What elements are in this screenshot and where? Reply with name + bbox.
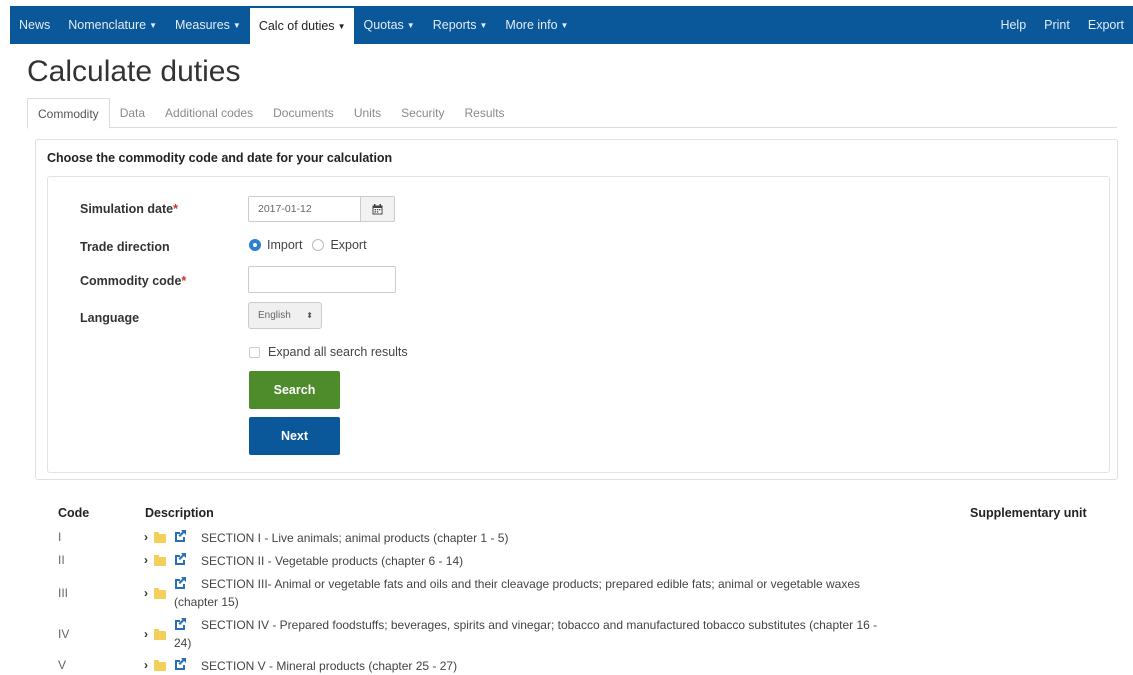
table-row: I › SECTION I - Live animals; animal pro… — [58, 529, 1118, 549]
nav-more-info[interactable]: More info ▼ — [496, 6, 577, 44]
commodity-code-label-text: Commodity code — [80, 274, 182, 288]
external-link-icon[interactable] — [173, 576, 187, 590]
nav-quotas-label: Quotas — [363, 18, 404, 32]
export-radio[interactable] — [312, 239, 325, 251]
calendar-icon — [372, 203, 383, 214]
row-description: SECTION III- Animal or vegetable fats an… — [201, 577, 861, 591]
simulation-date-input[interactable]: 2017-01-12 — [248, 196, 361, 222]
import-label: Import — [267, 238, 303, 252]
nav-quotas[interactable]: Quotas ▼ — [354, 6, 423, 44]
external-link-icon[interactable] — [173, 657, 187, 671]
tab-documents[interactable]: Documents — [263, 98, 344, 128]
folder-icon — [154, 629, 166, 640]
commodity-panel: Choose the commodity code and date for y… — [35, 139, 1118, 480]
form-box — [47, 176, 1110, 473]
nav-reports-label: Reports — [432, 18, 477, 32]
row-code: IV — [58, 627, 70, 641]
expand-results-checkbox[interactable] — [249, 346, 260, 358]
caret-down-icon: ▼ — [406, 20, 415, 30]
tab-bar: Commodity Data Additional codes Document… — [27, 98, 1117, 129]
tab-additional-codes[interactable]: Additional codes — [155, 98, 263, 128]
chevron-right-icon[interactable]: › — [144, 627, 148, 641]
nav-reports[interactable]: Reports ▼ — [424, 6, 497, 44]
expand-results-row: Expand all search results — [249, 345, 408, 359]
row-code: I — [58, 530, 62, 544]
folder-icon — [154, 588, 166, 599]
language-label: Language — [80, 311, 140, 325]
chevron-right-icon[interactable]: › — [144, 553, 148, 567]
required-mark: * — [181, 274, 187, 288]
main-navbar: News Nomenclature ▼ Measures ▼ Calc of dut… — [10, 6, 1133, 44]
simulation-date-label-text: Simulation date — [80, 202, 174, 216]
trade-direction-label: Trade direction — [80, 240, 170, 254]
folder-icon — [154, 660, 166, 671]
top-navigation: News Nomenclature ▼ Measures ▼ Calc of dut… — [0, 0, 1133, 45]
table-row: II › SECTION II - Vegetable products (ch… — [58, 552, 1118, 572]
row-code: II — [58, 553, 65, 567]
row-description: SECTION V - Mineral products (chapter 25… — [201, 659, 458, 673]
language-select-value: English — [258, 310, 291, 321]
page-title: Calculate duties — [27, 55, 241, 88]
calendar-button[interactable] — [361, 196, 395, 222]
import-radio[interactable] — [249, 239, 261, 251]
table-row: IV › SECTION IV - Prepared foodstuffs; b… — [58, 616, 1118, 654]
external-link-icon[interactable] — [173, 552, 187, 566]
caret-down-icon: ▼ — [149, 20, 158, 30]
search-button[interactable]: Search — [249, 371, 340, 409]
nav-more-info-label: More info — [505, 18, 558, 32]
tab-data[interactable]: Data — [110, 98, 155, 128]
description-column-header: Description — [145, 506, 214, 520]
row-description-continued: (chapter 15) — [174, 595, 239, 609]
caret-down-icon: ▼ — [337, 21, 346, 31]
export-label: Export — [330, 238, 367, 252]
caret-down-icon: ▼ — [232, 20, 241, 30]
nav-news-label: News — [19, 18, 51, 32]
panel-heading: Choose the commodity code and date for y… — [47, 151, 393, 165]
nav-news[interactable]: News — [10, 6, 59, 44]
table-row: V › SECTION V - Mineral products (chapte… — [58, 657, 1118, 675]
nav-measures-label: Measures — [175, 18, 230, 32]
commodity-code-input[interactable] — [248, 266, 396, 293]
row-description: SECTION IV - Prepared foodstuffs; bevera… — [201, 618, 878, 632]
nav-nomenclature[interactable]: Nomenclature ▼ — [59, 6, 166, 44]
nav-export[interactable]: Export — [1079, 6, 1133, 44]
supplementary-unit-column-header: Supplementary unit — [970, 506, 1087, 520]
caret-down-icon: ▼ — [560, 20, 569, 30]
nav-print[interactable]: Print — [1035, 6, 1079, 44]
tab-security[interactable]: Security — [391, 98, 454, 128]
caret-down-icon: ▼ — [479, 20, 488, 30]
nav-help[interactable]: Help — [991, 6, 1035, 44]
chevron-right-icon[interactable]: › — [144, 530, 148, 544]
tab-units[interactable]: Units — [344, 98, 391, 128]
expand-results-label: Expand all search results — [268, 345, 408, 359]
next-button[interactable]: Next — [249, 417, 340, 455]
external-link-icon[interactable] — [173, 529, 187, 543]
external-link-icon[interactable] — [173, 617, 187, 631]
row-description: SECTION I - Live animals; animal product… — [201, 531, 509, 545]
code-column-header: Code — [58, 506, 90, 520]
nav-measures[interactable]: Measures ▼ — [166, 6, 250, 44]
row-code: III — [58, 586, 69, 600]
row-code: V — [58, 658, 67, 672]
row-description-continued: 24) — [174, 636, 192, 650]
tab-commodity[interactable]: Commodity — [27, 98, 110, 129]
simulation-date-group: 2017-01-12 — [248, 196, 395, 222]
folder-icon — [154, 555, 166, 566]
trade-direction-radios: Import Export — [249, 238, 367, 252]
nav-nomenclature-label: Nomenclature — [68, 18, 147, 32]
folder-icon — [154, 532, 166, 543]
required-mark: * — [173, 202, 178, 216]
select-arrows-icon: ⬍ — [306, 311, 313, 320]
nav-calc-of-duties-label: Calc of duties — [258, 19, 335, 33]
commodity-code-label: Commodity code* — [80, 274, 186, 288]
nav-calc-of-duties[interactable]: Calc of duties ▼ — [249, 8, 355, 44]
row-description: SECTION II - Vegetable products (chapter… — [201, 554, 464, 568]
chevron-right-icon[interactable]: › — [144, 658, 148, 672]
chevron-right-icon[interactable]: › — [144, 586, 148, 600]
table-row: III › SECTION III- Animal or vegetable f… — [58, 575, 1118, 613]
simulation-date-label: Simulation date* — [80, 202, 178, 216]
tab-results[interactable]: Results — [455, 98, 515, 128]
language-select[interactable]: English ⬍ — [248, 302, 322, 329]
